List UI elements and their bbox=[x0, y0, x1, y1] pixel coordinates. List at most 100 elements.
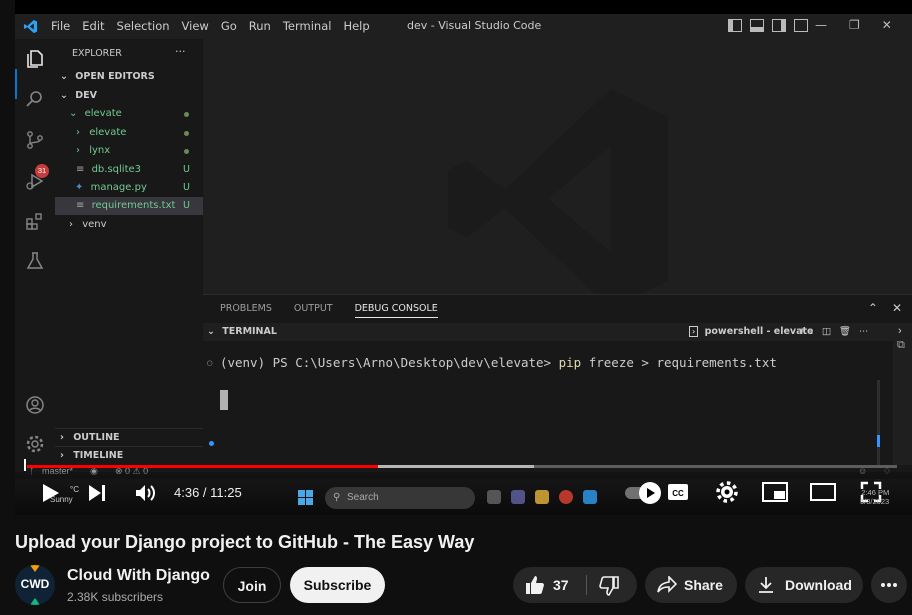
terminal-line: ○ (venv) PS C:\Users\Arno\Desktop\dev\el… bbox=[207, 355, 777, 370]
captions-icon[interactable]: CC bbox=[667, 483, 689, 501]
channel-name[interactable]: Cloud With Django bbox=[67, 567, 210, 585]
timeline-section[interactable]: › TIMELINE bbox=[55, 446, 203, 464]
account-icon[interactable] bbox=[25, 395, 45, 415]
volume-icon[interactable] bbox=[133, 481, 157, 505]
new-terminal-icon[interactable]: +⌄ bbox=[798, 323, 814, 341]
explorer-more-icon[interactable]: ··· bbox=[175, 43, 195, 61]
download-button[interactable]: Download bbox=[745, 567, 863, 603]
more-icon[interactable]: ⋯ bbox=[859, 323, 869, 341]
close-icon[interactable]: ✕ bbox=[882, 18, 892, 32]
autoplay-play-icon bbox=[647, 488, 655, 498]
extensions-icon[interactable] bbox=[25, 211, 45, 231]
menu-terminal[interactable]: Terminal bbox=[283, 19, 332, 33]
tree-item-db-sqlite3[interactable]: ≡ db.sqlite3 U bbox=[55, 161, 203, 179]
miniplayer-icon[interactable] bbox=[762, 482, 788, 502]
join-button[interactable]: Join bbox=[223, 567, 281, 603]
file-lines-icon: ≡ bbox=[76, 200, 85, 211]
video-player[interactable]: File Edit Selection View Go Run Terminal… bbox=[15, 0, 912, 515]
trash-icon[interactable]: 🗑 bbox=[839, 323, 851, 341]
chrome-icon bbox=[559, 490, 573, 504]
split-terminal-icon[interactable]: ◫ bbox=[822, 323, 831, 341]
panel-tabs: PROBLEMS OUTPUT DEBUG CONSOLE bbox=[220, 303, 438, 318]
chevron-right-icon: › bbox=[76, 127, 80, 138]
testing-icon[interactable] bbox=[25, 251, 45, 271]
avatar[interactable]: CWD bbox=[15, 565, 55, 605]
chevron-right-icon[interactable]: › bbox=[893, 323, 912, 339]
maximize-panel-icon[interactable]: ⌃ bbox=[868, 301, 878, 315]
dev-folder[interactable]: ⌄ DEV bbox=[55, 87, 203, 105]
toggle-panel-icon[interactable] bbox=[750, 19, 764, 32]
tree-item-venv[interactable]: › venv bbox=[55, 216, 203, 234]
time-display: 4:36 / 11:25 bbox=[174, 485, 242, 500]
subscribe-button[interactable]: Subscribe bbox=[290, 567, 385, 603]
avatar-triangle-top bbox=[30, 565, 40, 572]
activity-bar: 31 bbox=[15, 39, 55, 479]
tree-item-lynx[interactable]: › lynx bbox=[55, 142, 203, 160]
menu-selection[interactable]: Selection bbox=[117, 19, 170, 33]
autoplay-toggle[interactable] bbox=[625, 481, 661, 504]
vscode-taskbar-icon bbox=[583, 490, 597, 504]
modified-dot bbox=[184, 112, 189, 117]
menu-file[interactable]: File bbox=[51, 19, 70, 33]
thumbs-up-icon[interactable] bbox=[525, 575, 545, 595]
open-editors-section[interactable]: ⌄ OPEN EDITORS bbox=[55, 68, 203, 86]
minimize-icon[interactable]: — bbox=[815, 18, 827, 32]
open-editors-label: OPEN EDITORS bbox=[75, 71, 155, 82]
menu-run[interactable]: Run bbox=[249, 19, 271, 33]
next-icon[interactable] bbox=[87, 483, 107, 503]
title-bar: File Edit Selection View Go Run Terminal… bbox=[15, 14, 912, 39]
menu-help[interactable]: Help bbox=[343, 19, 369, 33]
restore-icon[interactable]: ❐ bbox=[849, 18, 860, 32]
run-debug-icon[interactable] bbox=[25, 171, 45, 191]
toggle-primary-sidebar-icon[interactable] bbox=[728, 19, 742, 32]
more-actions-button[interactable] bbox=[871, 567, 907, 603]
tree-item-elevate-sub[interactable]: › elevate bbox=[55, 124, 203, 142]
tree-item-manage-py[interactable]: ✦ manage.py U bbox=[55, 179, 203, 197]
outline-section[interactable]: › OUTLINE bbox=[55, 428, 203, 446]
like-count[interactable]: 37 bbox=[553, 567, 569, 603]
play-icon[interactable] bbox=[39, 482, 61, 504]
terminal-header[interactable]: ⌄ TERMINAL › powershell - elevate +⌄ ◫ 🗑… bbox=[203, 323, 893, 341]
weather-temp: °C bbox=[70, 485, 79, 494]
untracked-status: U bbox=[183, 164, 190, 175]
thumbs-down-icon[interactable] bbox=[599, 576, 619, 596]
tree-item-elevate[interactable]: ⌄ elevate bbox=[55, 105, 203, 123]
settings-icon[interactable] bbox=[716, 481, 738, 503]
command-decoration-dot bbox=[209, 441, 214, 446]
search-icon[interactable] bbox=[25, 89, 45, 109]
taskbar-clock: 2:46 PM 5/3/2023 bbox=[860, 488, 889, 506]
editor-area bbox=[203, 39, 912, 310]
menu-view[interactable]: View bbox=[182, 19, 209, 33]
like-divider bbox=[586, 575, 587, 595]
tab-problems[interactable]: PROBLEMS bbox=[220, 303, 272, 318]
folder-icon bbox=[535, 490, 549, 504]
untracked-status: U bbox=[183, 182, 190, 193]
menu-go[interactable]: Go bbox=[221, 19, 237, 33]
tab-output[interactable]: OUTPUT bbox=[294, 303, 333, 318]
subscriber-count: 2.38K subscribers bbox=[67, 590, 164, 604]
tab-debug-console[interactable]: DEBUG CONSOLE bbox=[354, 303, 438, 318]
popout-icon[interactable]: ⧉ bbox=[893, 339, 912, 352]
toggle-secondary-sidebar-icon[interactable] bbox=[772, 19, 786, 32]
chevron-right-icon: › bbox=[69, 219, 73, 230]
explorer-icon[interactable] bbox=[25, 49, 45, 69]
theater-mode-icon[interactable] bbox=[810, 482, 836, 502]
tree-item-label: venv bbox=[82, 219, 107, 230]
tree-item-requirements-txt[interactable]: ≡ requirements.txt U bbox=[55, 197, 203, 215]
scrubber-handle[interactable] bbox=[24, 459, 26, 471]
settings-gear-icon[interactable] bbox=[25, 434, 45, 454]
clock-time: 2:46 PM bbox=[861, 488, 890, 497]
source-control-icon[interactable] bbox=[25, 130, 45, 150]
share-button[interactable]: Share bbox=[645, 567, 737, 603]
like-dislike-group: 37 bbox=[513, 567, 637, 603]
menu-edit[interactable]: Edit bbox=[82, 19, 104, 33]
customize-layout-icon[interactable] bbox=[794, 19, 808, 32]
terminal-shell-selector[interactable]: › powershell - elevate bbox=[689, 323, 814, 341]
modified-dot bbox=[184, 131, 189, 136]
player-controls: °C Sunny 4:36 / 11:25 ⚲ Search CC 2:46 P… bbox=[15, 472, 912, 515]
command-status-icon: ○ bbox=[207, 358, 213, 369]
layout-controls bbox=[728, 19, 808, 32]
task-view-icon bbox=[487, 490, 501, 504]
close-panel-icon[interactable]: ✕ bbox=[892, 301, 902, 315]
terminal-args: freeze > requirements.txt bbox=[588, 355, 777, 370]
